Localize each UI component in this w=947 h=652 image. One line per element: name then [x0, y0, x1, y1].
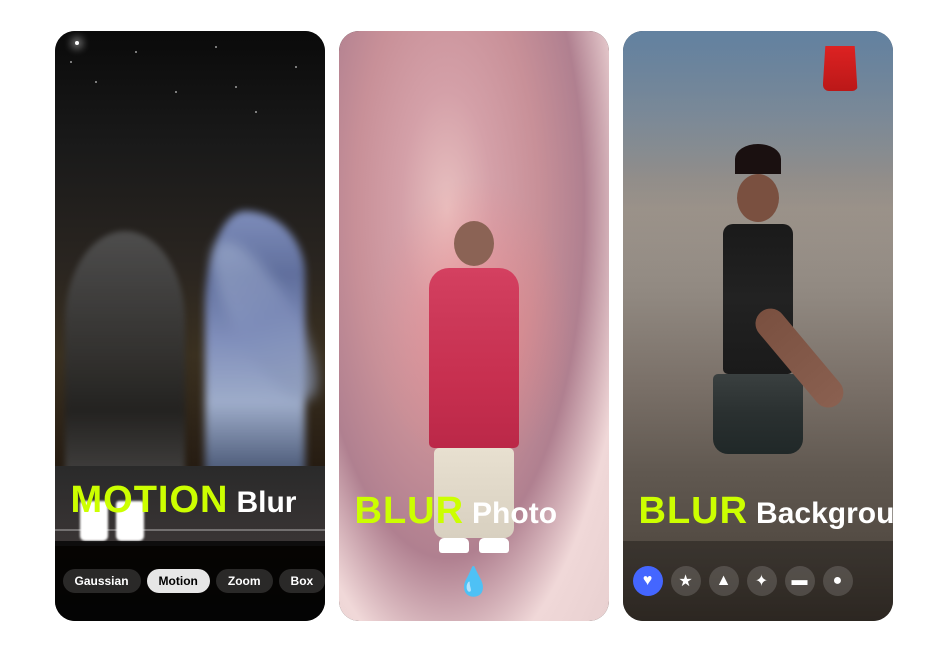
- card-2-accent-word: BLUR: [355, 490, 465, 533]
- person-upper: [683, 144, 833, 374]
- card-2-normal-word: Photo: [472, 497, 557, 531]
- icon-triangle[interactable]: ▲: [709, 566, 739, 596]
- red-cup-container: [823, 46, 858, 91]
- card-3-bottom-bar: ♥ ★ ▲ ✦ ▬ ●: [623, 541, 893, 621]
- figure-arm: [194, 228, 325, 414]
- card-3-accent-word: BLUR: [639, 490, 749, 533]
- droplet-icon[interactable]: 💧: [456, 565, 491, 598]
- card-motion-blur: MOTION Blur Gaussian Motion Zoom Box: [55, 31, 325, 621]
- hair: [735, 144, 781, 174]
- card-1-normal-word: Blur: [236, 486, 296, 520]
- card-blur-background: BLUR Background ♥ ★ ▲ ✦ ▬ ●: [623, 31, 893, 621]
- icon-rect[interactable]: ▬: [785, 566, 815, 596]
- tab-gaussian[interactable]: Gaussian: [63, 569, 141, 593]
- tab-box[interactable]: Box: [279, 569, 325, 593]
- icon-game[interactable]: ✦: [747, 566, 777, 596]
- card-blur-photo: BLUR Photo 💧: [339, 31, 609, 621]
- torso-wrapper: [683, 224, 833, 374]
- card-1-tabs-bar: Gaussian Motion Zoom Box: [55, 541, 325, 621]
- icon-star[interactable]: ★: [671, 566, 701, 596]
- tab-zoom[interactable]: Zoom: [216, 569, 273, 593]
- street-light: [75, 41, 79, 45]
- card-3-person: [683, 186, 833, 536]
- card-1-title-row: MOTION Blur: [55, 479, 325, 522]
- skirt: [713, 374, 803, 454]
- person-jacket: [429, 268, 519, 448]
- card-2-bottom-bar: 💧: [339, 541, 609, 621]
- icon-cloud[interactable]: ●: [823, 566, 853, 596]
- red-cup: [823, 46, 858, 91]
- card-1-text-area: MOTION Blur: [55, 479, 325, 526]
- head: [737, 174, 779, 222]
- person-head: [454, 221, 494, 266]
- card-3-text-area: BLUR Background: [623, 490, 893, 533]
- icon-heart[interactable]: ♥: [633, 566, 663, 596]
- cards-container: MOTION Blur Gaussian Motion Zoom Box: [35, 11, 913, 641]
- card-3-normal-word: Background: [756, 497, 892, 531]
- card-2-text-area: BLUR Photo: [339, 490, 609, 533]
- card-1-accent-word: MOTION: [71, 479, 229, 522]
- tab-motion[interactable]: Motion: [147, 569, 210, 593]
